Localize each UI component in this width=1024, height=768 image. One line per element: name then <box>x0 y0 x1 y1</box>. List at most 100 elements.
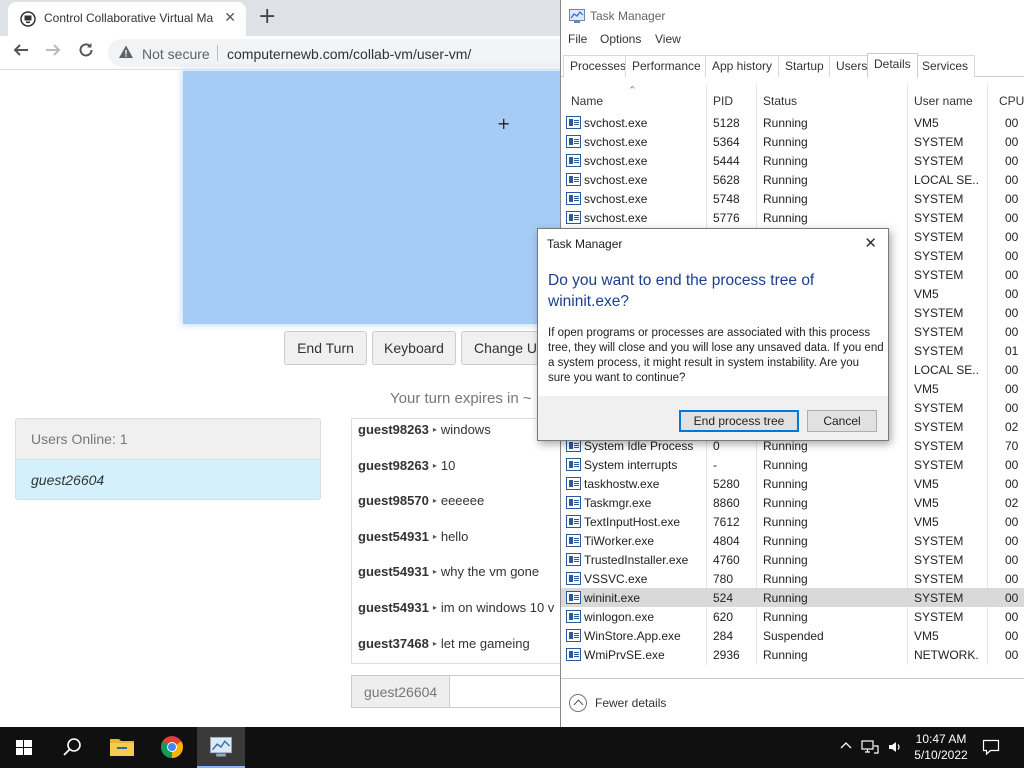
process-user: LOCAL SE... <box>914 363 978 377</box>
dialog-heading: Do you want to end the process tree of w… <box>548 272 815 310</box>
column-name[interactable]: Name <box>571 94 603 108</box>
chat-arrow-icon: ▸ <box>432 638 437 648</box>
process-user: SYSTEM <box>914 192 964 206</box>
chat-username: guest98570 <box>358 493 429 509</box>
search-icon[interactable] <box>48 727 96 768</box>
process-user: SYSTEM <box>914 154 964 168</box>
process-row[interactable]: svchost.exe 5748 Running SYSTEM 00 <box>561 189 1024 208</box>
clock-date: 5/10/2022 <box>914 748 968 762</box>
network-icon[interactable] <box>861 739 879 755</box>
process-pid: 5444 <box>713 154 740 168</box>
process-cpu: 00 <box>1005 648 1019 662</box>
chrome-icon[interactable] <box>148 727 196 768</box>
new-tab-button[interactable]: + <box>258 4 276 29</box>
process-user: VM5 <box>914 496 939 510</box>
menu-options[interactable]: Options <box>600 32 641 46</box>
end-process-tree-button[interactable]: End process tree <box>679 410 799 432</box>
process-icon <box>566 173 581 186</box>
process-row[interactable]: svchost.exe 5128 Running VM5 00 <box>561 113 1024 132</box>
task-manager-icon <box>569 9 585 23</box>
process-icon <box>566 154 581 167</box>
process-pid: 2936 <box>713 648 740 662</box>
tab-close-icon[interactable]: ✕ <box>224 10 236 26</box>
process-row[interactable]: WmiPrvSE.exe 2936 Running NETWORK... 00 <box>561 645 1024 664</box>
task-manager-icon[interactable] <box>197 727 245 768</box>
tab-processes[interactable]: Processes <box>563 55 634 77</box>
process-icon <box>566 116 581 129</box>
process-status: Suspended <box>763 629 824 643</box>
tab-services[interactable]: Services <box>915 55 976 77</box>
volume-icon[interactable] <box>887 739 903 755</box>
chevron-up-icon[interactable] <box>839 739 853 753</box>
not-secure-label[interactable]: Not secure <box>142 46 210 62</box>
warning-triangle-icon[interactable] <box>118 44 134 60</box>
forward-arrow-icon[interactable] <box>44 41 62 59</box>
back-arrow-icon[interactable] <box>12 41 30 59</box>
fewer-details-link[interactable]: Fewer details <box>595 696 666 710</box>
process-pid: 780 <box>713 572 734 586</box>
windows-taskbar: 10:47 AM 5/10/2022 <box>0 727 1024 768</box>
process-icon <box>566 591 581 604</box>
process-row[interactable]: WinStore.App.exe 284 Suspended VM5 00 <box>561 626 1024 645</box>
cancel-button[interactable]: Cancel <box>807 410 877 432</box>
menu-view[interactable]: View <box>655 32 681 46</box>
users-online-header: Users Online: 1 <box>16 419 320 460</box>
chat-message: guest98570 ▸ eeeeee <box>352 490 560 526</box>
process-user: SYSTEM <box>914 553 964 567</box>
process-row[interactable]: System interrupts - Running SYSTEM 00 <box>561 455 1024 474</box>
column-status[interactable]: Status <box>763 94 797 108</box>
process-row[interactable]: TextInputHost.exe 7612 Running VM5 00 <box>561 512 1024 531</box>
column-pid[interactable]: PID <box>713 94 733 108</box>
process-status: Running <box>763 439 808 453</box>
tab-startup[interactable]: Startup <box>778 55 831 77</box>
column-cpu[interactable]: CPU <box>999 94 1024 108</box>
process-user: SYSTEM <box>914 249 964 263</box>
process-status: Running <box>763 154 808 168</box>
chat-text: hello <box>440 528 469 544</box>
chat-text: 10 <box>440 457 456 473</box>
process-row[interactable]: wininit.exe 524 Running SYSTEM 00 <box>561 588 1024 607</box>
process-icon <box>566 629 581 642</box>
menu-file[interactable]: File <box>568 32 587 46</box>
windows-logo-icon[interactable] <box>0 727 48 768</box>
process-row[interactable]: TrustedInstaller.exe 4760 Running SYSTEM 00 <box>561 550 1024 569</box>
keyboard-button[interactable]: Keyboard <box>372 331 456 365</box>
user-item[interactable]: guest26604 <box>16 460 320 499</box>
vm-display[interactable] <box>183 71 560 324</box>
omnibox-divider <box>217 45 218 61</box>
process-row[interactable]: svchost.exe 5444 Running SYSTEM 00 <box>561 151 1024 170</box>
url-text[interactable]: computernewb.com/collab-vm/user-vm/ <box>227 46 471 62</box>
tab-performance[interactable]: Performance <box>625 55 708 77</box>
process-user: SYSTEM <box>914 591 964 605</box>
process-row[interactable]: taskhostw.exe 5280 Running VM5 00 <box>561 474 1024 493</box>
column-user-name[interactable]: User name <box>914 94 973 108</box>
tab-app-history[interactable]: App history <box>705 55 780 77</box>
process-name: TrustedInstaller.exe <box>584 553 689 567</box>
process-row[interactable]: svchost.exe 5776 Running SYSTEM 00 <box>561 208 1024 227</box>
folder-icon[interactable] <box>98 727 146 768</box>
reload-icon[interactable] <box>77 41 95 59</box>
chat-input-row: guest26604 <box>351 675 560 708</box>
process-user: VM5 <box>914 287 939 301</box>
tab-details[interactable]: Details <box>867 53 918 78</box>
notification-icon[interactable] <box>982 738 1000 756</box>
process-user: SYSTEM <box>914 420 964 434</box>
process-cpu: 00 <box>1005 591 1019 605</box>
chat-username-label: guest26604 <box>352 676 450 707</box>
end-turn-button[interactable]: End Turn <box>284 331 367 365</box>
process-row[interactable]: winlogon.exe 620 Running SYSTEM 00 <box>561 607 1024 626</box>
system-clock[interactable]: 10:47 AM 5/10/2022 <box>906 731 976 763</box>
process-row[interactable]: svchost.exe 5628 Running LOCAL SE... 00 <box>561 170 1024 189</box>
process-row[interactable]: VSSVC.exe 780 Running SYSTEM 00 <box>561 569 1024 588</box>
close-icon[interactable]: ✕ <box>864 234 877 252</box>
address-bar[interactable]: Not secure computernewb.com/collab-vm/us… <box>108 39 560 67</box>
chat-arrow-icon: ▸ <box>432 567 437 577</box>
browser-tab[interactable]: Control Collaborative Virtual Ma ✕ <box>8 2 246 36</box>
process-icon <box>566 572 581 585</box>
process-row[interactable]: TiWorker.exe 4804 Running SYSTEM 00 <box>561 531 1024 550</box>
process-cpu: 00 <box>1005 325 1019 339</box>
process-row[interactable]: Taskmgr.exe 8860 Running VM5 02 <box>561 493 1024 512</box>
process-row[interactable]: svchost.exe 5364 Running SYSTEM 00 <box>561 132 1024 151</box>
chevron-up-icon[interactable] <box>569 694 587 712</box>
task-manager-titlebar[interactable]: Task Manager <box>561 0 1024 30</box>
